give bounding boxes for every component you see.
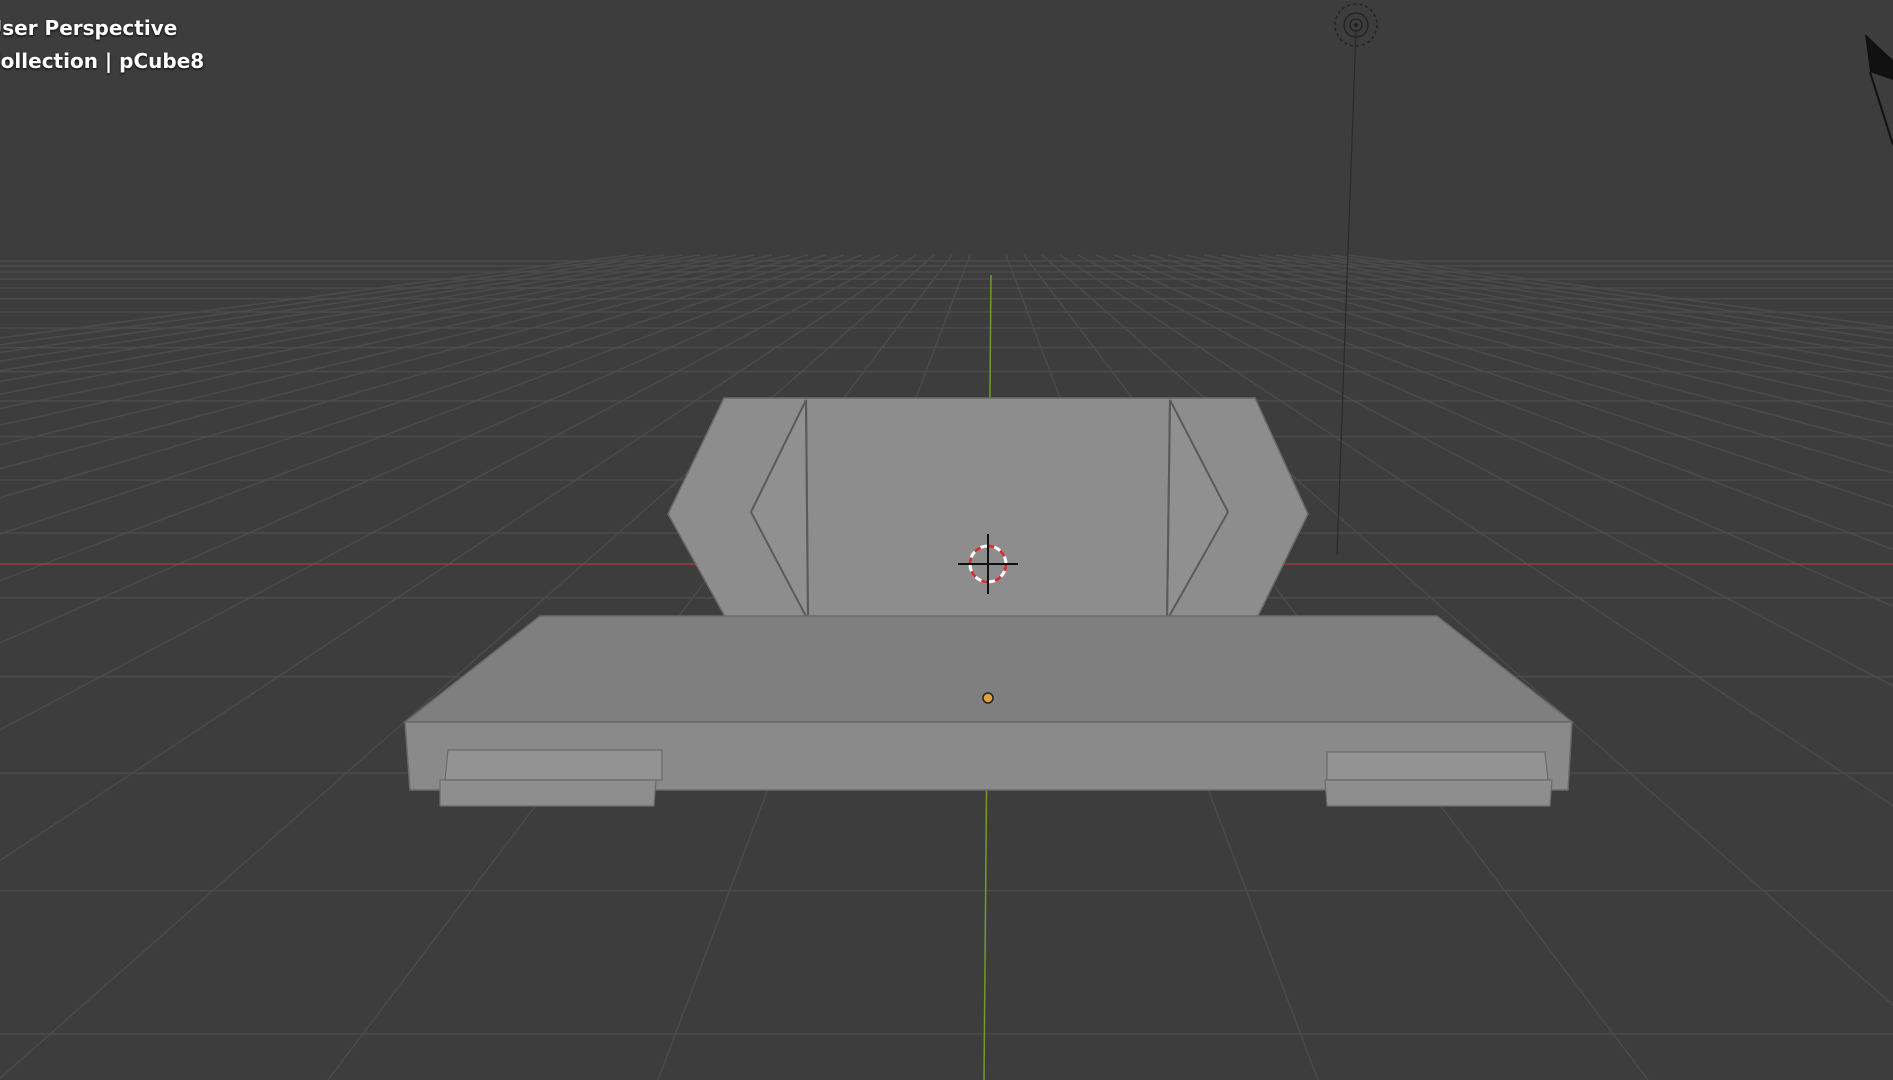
camera-icon[interactable] [1865,34,1893,146]
scene-canvas[interactable] [0,0,1893,1080]
collection-object-label: Collection | pCube8 [0,49,205,73]
view-mode-label: User Perspective [0,16,178,40]
3d-viewport[interactable]: User Perspective Collection | pCube8 [0,0,1893,1080]
mesh-base-slab[interactable] [402,615,1575,807]
object-origin-icon[interactable] [982,692,994,704]
